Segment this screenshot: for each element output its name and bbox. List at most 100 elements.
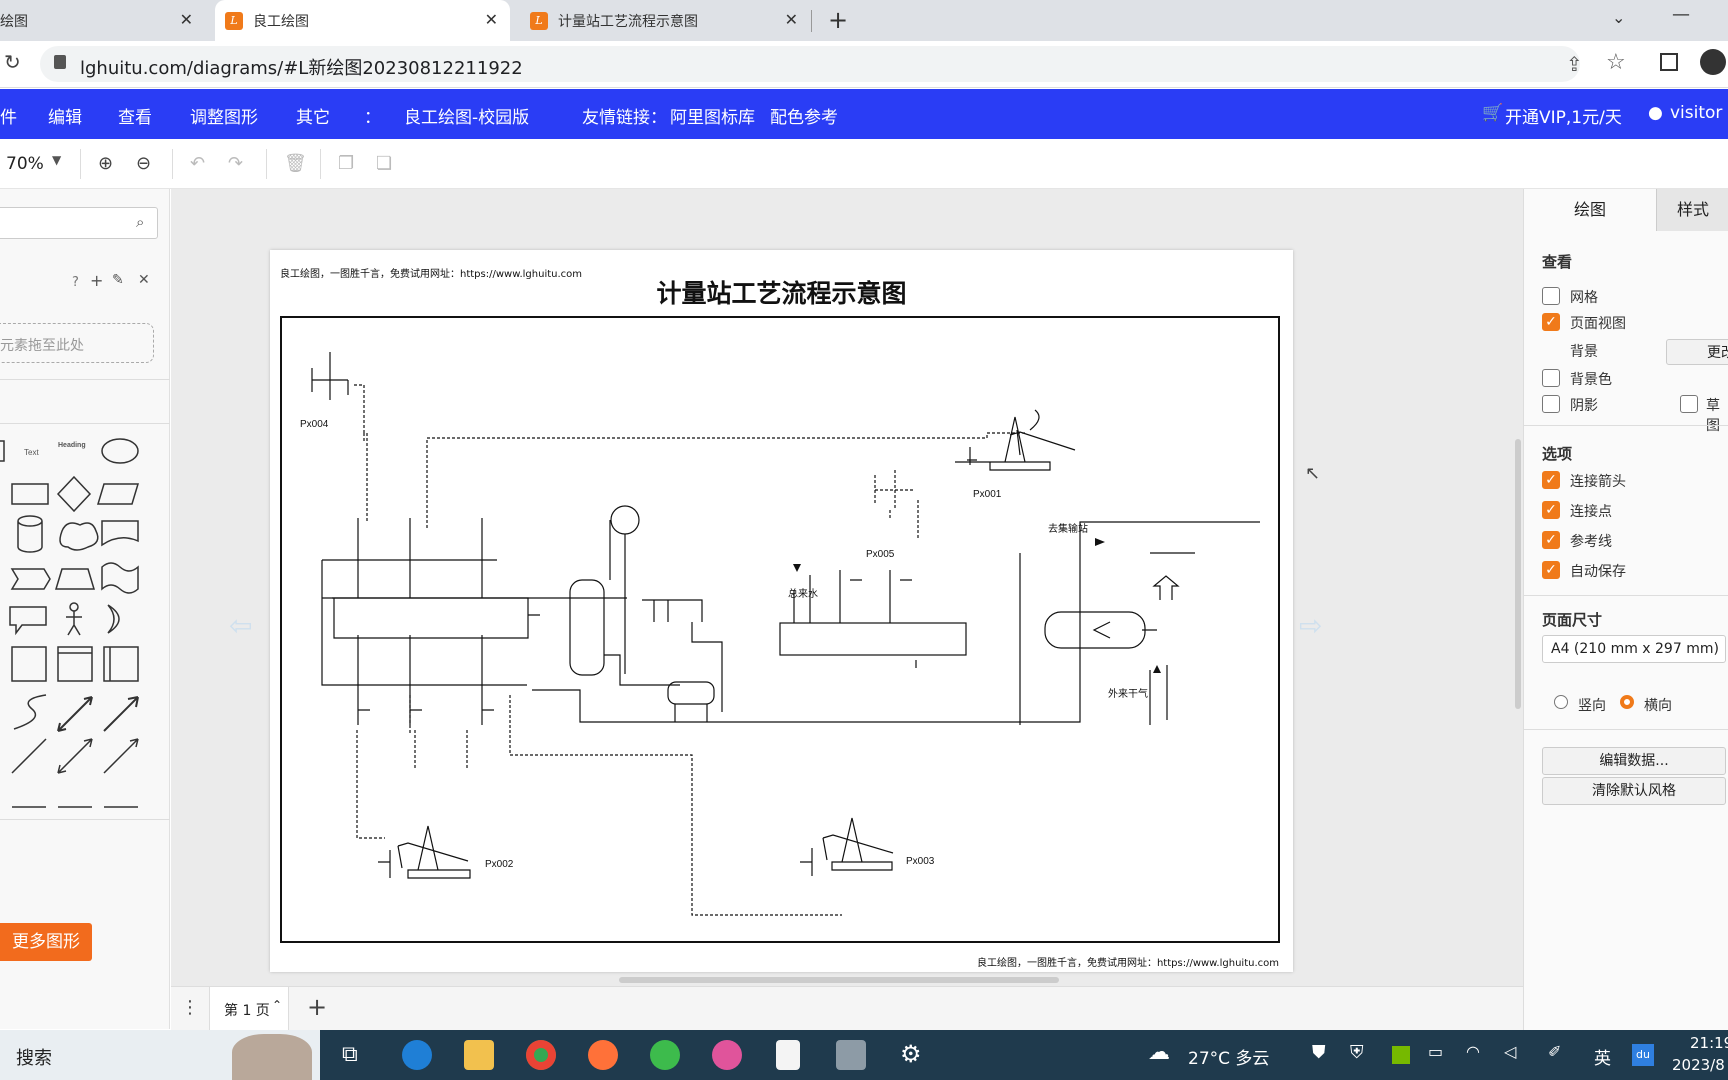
shadow-checkbox[interactable] xyxy=(1542,395,1560,413)
taskbar-search-box[interactable]: 搜索 xyxy=(0,1030,320,1080)
horizontal-scrollbar[interactable] xyxy=(619,977,1059,983)
file-explorer-icon[interactable] xyxy=(464,1040,494,1070)
tab-lghuitu[interactable]: L 良工绘图 ✕ xyxy=(215,0,510,41)
tab-search-icon[interactable]: ⌄ xyxy=(1612,8,1625,27)
user-name[interactable]: visitor xyxy=(1670,103,1722,123)
clock-time[interactable]: 21:19 xyxy=(1690,1034,1728,1052)
chevron-up-icon[interactable]: ⌃ xyxy=(272,998,282,1012)
weather-text[interactable]: 27°C 多云 xyxy=(1188,1044,1269,1069)
label-gas[interactable]: 外来干气 xyxy=(1108,687,1148,700)
url-text[interactable]: lghuitu.com/diagrams/#L新绘图20230812211922 xyxy=(80,54,523,80)
process-flow-drawing[interactable]: Px001 Px002 Px003 Px004 Px005 去集输站 总来水 外… xyxy=(270,250,1293,972)
omnibox[interactable]: lghuitu.com/diagrams/#L新绘图20230812211922… xyxy=(40,46,1626,82)
to-front-icon[interactable]: ❐ xyxy=(338,153,354,174)
bookmark-star-icon[interactable]: ☆ xyxy=(1606,50,1626,75)
volume-icon[interactable]: ◁ xyxy=(1504,1042,1516,1061)
pen-icon[interactable]: ✐ xyxy=(1548,1042,1561,1061)
bgcolor-checkbox[interactable] xyxy=(1542,369,1560,387)
arrow-right-icon[interactable]: ⇨ xyxy=(1299,609,1322,642)
conn-arrows-checkbox[interactable]: ✓ xyxy=(1542,471,1560,489)
menu-color-ref[interactable]: 配色参考 xyxy=(770,103,838,128)
menu-edit[interactable]: 编辑 xyxy=(48,103,82,128)
shape-search-input[interactable] xyxy=(0,207,158,239)
tab-flow-diagram[interactable]: L 计量站工艺流程示意图 ✕ xyxy=(520,0,810,41)
label-px002[interactable]: Px002 xyxy=(485,859,514,870)
sidepanel-icon[interactable] xyxy=(1660,53,1678,71)
shape-palette[interactable]: Text Heading xyxy=(0,429,170,809)
share-icon[interactable]: ⇪ xyxy=(1566,52,1583,76)
photos-icon[interactable] xyxy=(712,1040,742,1070)
to-back-icon[interactable]: ❏ xyxy=(376,153,392,174)
baidu-input-icon[interactable]: du xyxy=(1632,1044,1654,1066)
label-px005[interactable]: Px005 xyxy=(866,549,895,560)
close-tab-icon[interactable]: ✕ xyxy=(785,10,798,29)
undo-icon[interactable]: ↶ xyxy=(190,153,205,174)
tab-style[interactable]: 样式 xyxy=(1656,189,1728,231)
arrow-left-icon[interactable]: ⇦ xyxy=(229,609,252,642)
pencil-icon[interactable]: ✎ xyxy=(112,272,124,288)
diagram-page[interactable]: 良工绘图，一图胜千言，免费试用网址：https://www.lghuitu.co… xyxy=(270,250,1293,972)
chevron-down-icon[interactable]: ▼ xyxy=(52,153,61,167)
page-tab[interactable]: 第 1 页 ⌃ xyxy=(209,987,289,1030)
change-background-button[interactable]: 更改 xyxy=(1666,339,1728,365)
firefox-icon[interactable] xyxy=(588,1040,618,1070)
settings-gear-icon[interactable]: ⚙ xyxy=(900,1040,922,1068)
grid-checkbox[interactable] xyxy=(1542,287,1560,305)
nvidia-icon[interactable] xyxy=(1392,1046,1410,1064)
close-tab-icon[interactable]: ✕ xyxy=(485,10,498,29)
notepad-icon[interactable] xyxy=(776,1040,800,1070)
menu-arrange[interactable]: 调整图形 xyxy=(190,103,258,128)
add-icon[interactable]: + xyxy=(90,271,103,290)
page-view-checkbox[interactable]: ✓ xyxy=(1542,313,1560,331)
conn-points-checkbox[interactable]: ✓ xyxy=(1542,501,1560,519)
zoom-select[interactable]: 70% xyxy=(6,154,44,174)
label-to-transfer[interactable]: 去集输站 xyxy=(1048,522,1088,535)
ime-indicator[interactable]: 英 xyxy=(1594,1044,1611,1069)
reload-icon[interactable]: ↻ xyxy=(4,50,21,74)
task-view-icon[interactable]: ⧉ xyxy=(342,1042,358,1067)
close-icon[interactable]: ✕ xyxy=(138,272,150,288)
label-water[interactable]: 总来水 xyxy=(788,587,818,600)
label-px004[interactable]: Px004 xyxy=(300,419,329,430)
text-shape[interactable]: Text xyxy=(24,448,39,457)
security-shield-icon[interactable]: ⛊ xyxy=(1312,1042,1326,1063)
heading-shape[interactable]: Heading xyxy=(58,442,86,449)
vip-link[interactable]: 开通VIP,1元/天 xyxy=(1505,103,1622,128)
new-tab-button[interactable]: + xyxy=(828,6,848,34)
clear-style-button[interactable]: 清除默认风格 xyxy=(1542,777,1726,805)
battery-icon[interactable]: ▭ xyxy=(1428,1042,1443,1061)
label-px001[interactable]: Px001 xyxy=(973,489,1002,500)
vertical-scrollbar[interactable] xyxy=(1515,439,1521,709)
search-icon[interactable]: ⌕ xyxy=(136,213,144,231)
label-px003[interactable]: Px003 xyxy=(906,856,935,867)
guides-checkbox[interactable]: ✓ xyxy=(1542,531,1560,549)
wifi-icon[interactable]: ◠ xyxy=(1466,1042,1480,1061)
page-size-select[interactable]: A4 (210 mm x 297 mm) xyxy=(1542,635,1726,663)
menu-campus-edition[interactable]: 良工绘图-校园版 xyxy=(404,103,529,128)
clock-date[interactable]: 2023/8 xyxy=(1672,1056,1725,1074)
defender-icon[interactable]: ⛨ xyxy=(1350,1042,1364,1063)
menu-other[interactable]: 其它 xyxy=(296,103,330,128)
menu-file[interactable]: 件 xyxy=(0,103,17,128)
autosave-checkbox[interactable]: ✓ xyxy=(1542,561,1560,579)
profile-avatar[interactable] xyxy=(1700,49,1726,75)
edit-data-button[interactable]: 编辑数据... xyxy=(1542,747,1726,775)
help-icon[interactable]: ? xyxy=(72,275,79,290)
image-viewer-icon[interactable] xyxy=(836,1040,866,1070)
add-page-icon[interactable]: + xyxy=(307,993,327,1021)
menu-view[interactable]: 查看 xyxy=(118,103,152,128)
pages-menu-icon[interactable]: ⋮ xyxy=(181,997,199,1018)
sketch-checkbox[interactable] xyxy=(1680,395,1698,413)
landscape-radio[interactable] xyxy=(1620,695,1634,709)
browser-360-icon[interactable] xyxy=(650,1040,680,1070)
minimize-icon[interactable]: — xyxy=(1672,4,1690,25)
more-shapes-button[interactable]: 更多图形 xyxy=(0,923,92,961)
tab-draw[interactable]: 绘图 xyxy=(1524,189,1656,231)
edge-icon[interactable] xyxy=(402,1040,432,1070)
redo-icon[interactable]: ↷ xyxy=(228,153,243,174)
zoom-in-icon[interactable]: ⊕ xyxy=(98,153,113,174)
portrait-radio[interactable] xyxy=(1554,695,1568,709)
delete-icon[interactable]: 🗑 xyxy=(284,153,307,174)
close-tab-icon[interactable]: ✕ xyxy=(180,10,193,29)
menu-ali-icons[interactable]: 阿里图标库 xyxy=(670,103,755,128)
